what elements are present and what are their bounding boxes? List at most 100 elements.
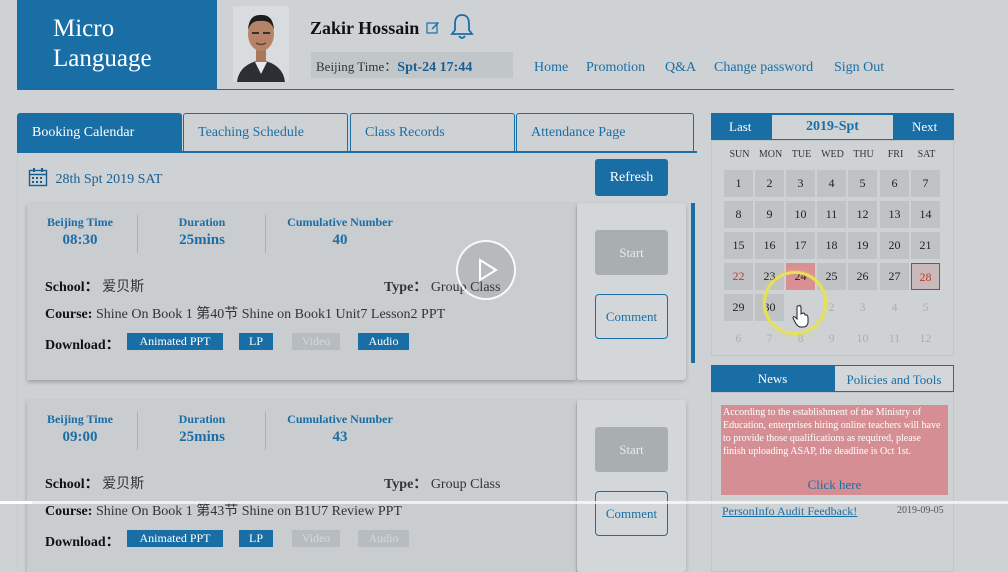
hand-cursor-icon	[792, 305, 809, 328]
calendar-day: 4	[891, 300, 898, 314]
calendar-day[interactable]: 29	[724, 294, 753, 321]
tab-booking-calendar[interactable]: Booking Calendar	[17, 113, 182, 153]
click-here-link[interactable]: Click here	[721, 477, 948, 493]
calendar-day[interactable]: 6	[880, 170, 909, 197]
calendar-day[interactable]: 8	[724, 201, 753, 228]
calendar-day[interactable]: 3	[786, 170, 815, 197]
course-label: Course:	[45, 504, 93, 519]
calendar-day[interactable]: 15	[724, 232, 753, 259]
beijing-time-label: Beijing Time	[47, 215, 113, 229]
comment-button[interactable]: Comment	[595, 294, 668, 339]
notification-bell-icon[interactable]	[450, 12, 474, 45]
logo-line-2: Language	[53, 45, 152, 72]
weekday-label: THU	[853, 149, 874, 160]
refresh-button[interactable]: Refresh	[595, 159, 668, 196]
calendar-day[interactable]: 28	[911, 263, 940, 290]
divider	[137, 215, 138, 253]
download-label: Download：	[45, 338, 120, 353]
play-icon	[479, 258, 498, 282]
nav-promotion[interactable]: Promotion	[586, 60, 645, 76]
start-button[interactable]: Start	[595, 230, 668, 275]
download-lp-button[interactable]: LP	[239, 530, 273, 547]
weekday-label: WED	[821, 149, 844, 160]
calendar-day[interactable]: 13	[880, 201, 909, 228]
calendar-day[interactable]: 2	[755, 170, 784, 197]
calendar-day[interactable]: 27	[880, 263, 909, 290]
weekday-label: MON	[758, 149, 783, 160]
calendar-day[interactable]: 11	[817, 201, 846, 228]
school-row: School： 爱贝斯	[45, 473, 144, 493]
logo-line-1: Micro	[53, 15, 115, 42]
cumulative-value: 40	[332, 232, 348, 248]
calendar-day[interactable]: 18	[817, 232, 846, 259]
duration-value: 25mins	[179, 429, 225, 445]
beijing-time-value: 09:00	[62, 429, 98, 445]
play-button[interactable]	[456, 240, 516, 300]
nav-qa[interactable]: Q&A	[665, 60, 696, 76]
calendar-day[interactable]: 22	[724, 263, 753, 290]
edit-profile-icon[interactable]	[426, 20, 440, 39]
calendar-day: 6	[735, 331, 742, 345]
beijing-time-box: Beijing Time：Spt-24 17:44	[311, 52, 513, 78]
download-animated-ppt-button[interactable]: Animated PPT	[127, 333, 223, 350]
calendar-day[interactable]: 20	[880, 232, 909, 259]
download-audio-button[interactable]: Audio	[358, 333, 409, 350]
calendar-last-button[interactable]: Last	[729, 119, 751, 135]
weekday-label: SAT	[917, 149, 936, 160]
selected-date: 28th Spt 2019 SAT	[28, 167, 162, 188]
weekday-label: TUE	[791, 149, 812, 160]
duration-label: Duration	[178, 412, 226, 426]
calendar-day[interactable]: 17	[786, 232, 815, 259]
duration-field: Duration 25mins	[157, 412, 247, 446]
scrollbar[interactable]	[691, 203, 695, 363]
beijing-time-field: Beijing Time 09:00	[37, 412, 123, 446]
cumulative-value: 43	[332, 429, 348, 445]
beijing-time-label: Beijing Time	[47, 412, 113, 426]
duration-value: 25mins	[179, 232, 225, 248]
calendar-day[interactable]: 26	[848, 263, 877, 290]
tab-teaching-schedule[interactable]: Teaching Schedule	[183, 113, 348, 153]
nav-home[interactable]: Home	[534, 60, 568, 76]
calendar-day[interactable]: 12	[848, 201, 877, 228]
download-lp-button[interactable]: LP	[239, 333, 273, 350]
calendar-day[interactable]: 1	[724, 170, 753, 197]
course-label: Course:	[45, 307, 93, 322]
nav-change-password[interactable]: Change password	[714, 60, 813, 76]
divider	[265, 215, 266, 253]
download-animated-ppt-button[interactable]: Animated PPT	[127, 530, 223, 547]
video-progress-track[interactable]	[0, 501, 1008, 504]
calendar-day[interactable]: 4	[817, 170, 846, 197]
selected-date-text: 28th Spt 2019 SAT	[55, 172, 163, 187]
calendar-day: 9	[828, 331, 835, 345]
school-label: School：	[45, 280, 99, 295]
type-row: Type： Group Class	[384, 473, 500, 493]
tab-news[interactable]: News	[711, 365, 834, 392]
calendar-day[interactable]: 16	[755, 232, 784, 259]
calendar-day[interactable]: 19	[848, 232, 877, 259]
course-row: Course: Shine On Book 1 第40节 Shine on Bo…	[45, 303, 445, 323]
video-progress-played[interactable]	[0, 501, 32, 504]
divider	[137, 412, 138, 450]
calendar-day[interactable]: 14	[911, 201, 940, 228]
calendar-day[interactable]: 5	[848, 170, 877, 197]
calendar-day[interactable]: 7	[911, 170, 940, 197]
calendar-day: 11	[888, 331, 901, 345]
calendar-day: 3	[859, 300, 866, 314]
tab-policies-tools[interactable]: Policies and Tools	[834, 365, 954, 392]
feedback-date: 2019-09-05	[897, 505, 944, 516]
comment-button[interactable]: Comment	[595, 491, 668, 536]
personinfo-feedback-link[interactable]: PersonInfo Audit Feedback!	[722, 504, 857, 519]
calendar-day[interactable]: 9	[755, 201, 784, 228]
tab-attendance-page[interactable]: Attendance Page	[516, 113, 694, 153]
divider	[265, 412, 266, 450]
avatar	[233, 6, 289, 82]
calendar-day[interactable]: 10	[786, 201, 815, 228]
school-row: School： 爱贝斯	[45, 276, 144, 296]
time-value: Spt-24 17:44	[397, 60, 473, 75]
start-button[interactable]: Start	[595, 427, 668, 472]
calendar-day[interactable]: 21	[911, 232, 940, 259]
nav-sign-out[interactable]: Sign Out	[834, 60, 884, 76]
tab-class-records[interactable]: Class Records	[350, 113, 515, 153]
calendar-next-button[interactable]: Next	[912, 119, 937, 135]
type-value: Group Class	[430, 477, 501, 492]
